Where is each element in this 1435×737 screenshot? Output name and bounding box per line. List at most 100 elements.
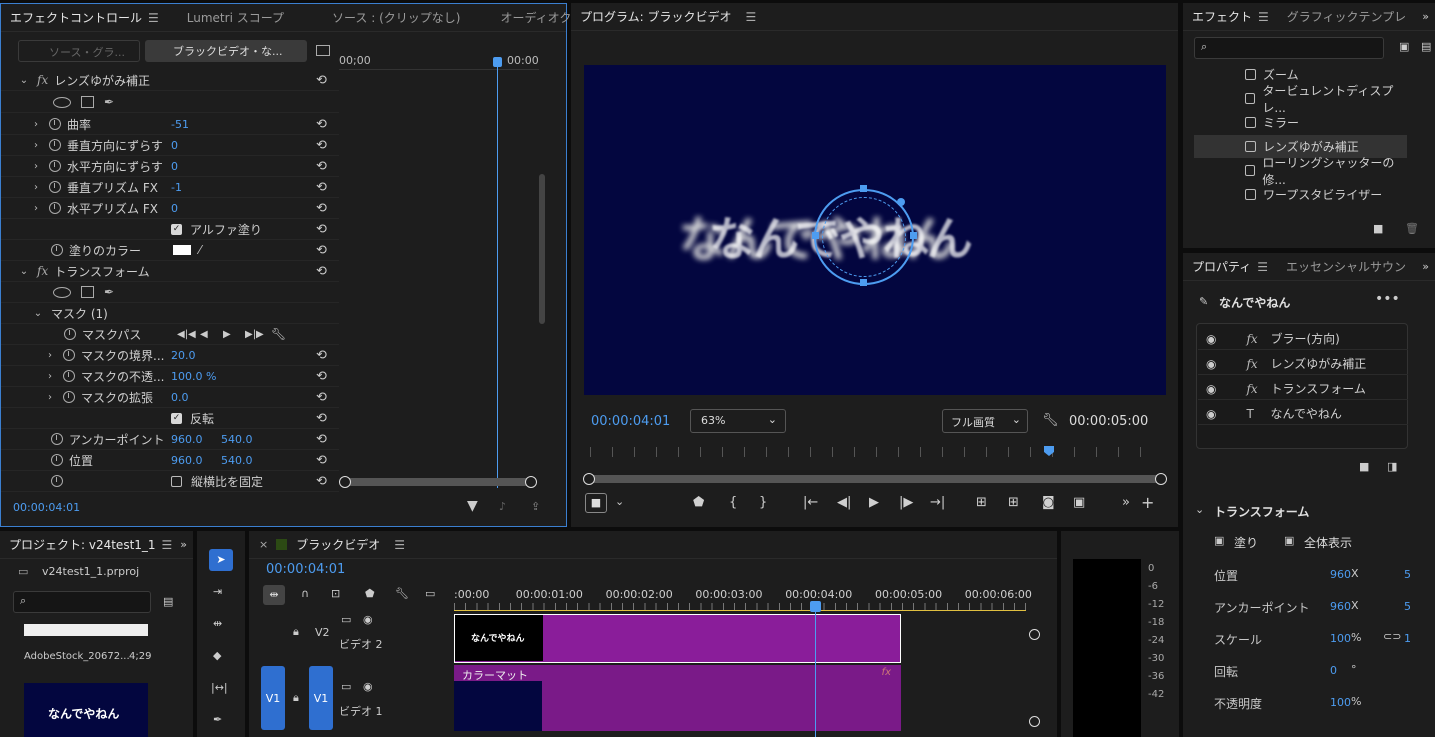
mask-header[interactable]: ⌄ マスク (1)	[1, 303, 339, 324]
more-options-icon[interactable]: •••	[1375, 291, 1400, 307]
tab-graphic-templates[interactable]: グラフィックテンプレ	[1278, 8, 1415, 25]
stopwatch-icon[interactable]	[51, 244, 63, 256]
prop-value[interactable]: 100	[1330, 632, 1351, 645]
ec-playhead-handle[interactable]	[493, 57, 502, 67]
lift-button[interactable]: ⊞	[976, 495, 987, 510]
reset-icon[interactable]: ⟲	[316, 474, 327, 489]
stopwatch-icon[interactable]	[51, 475, 63, 487]
layer-row[interactable]: ◉ fx ブラー(方向)	[1198, 328, 1408, 350]
ec-timecode[interactable]: 00:00:04:01	[13, 501, 80, 514]
param-value[interactable]: 0	[171, 202, 178, 215]
reset-icon[interactable]: ⟲	[316, 180, 327, 195]
chevron-down-icon[interactable]: ⌄	[31, 308, 45, 319]
project-search-input[interactable]: ⌕	[13, 591, 151, 613]
timeline-playhead[interactable]	[815, 605, 816, 737]
invert-checkbox[interactable]: ✓	[171, 412, 182, 424]
reset-icon[interactable]: ⟲	[316, 138, 327, 153]
effects-search-input[interactable]: ⌕	[1194, 37, 1384, 59]
mask-vertex[interactable]	[860, 279, 867, 286]
stopwatch-icon[interactable]	[49, 202, 61, 214]
more-tabs-icon[interactable]: »	[180, 538, 187, 551]
clip-select[interactable]: ブラックビデオ・な...	[145, 40, 307, 62]
reset-icon[interactable]: ⟲	[316, 348, 327, 363]
clip-text[interactable]: なんでやねん	[454, 614, 901, 663]
chevron-right-icon[interactable]: ›	[29, 182, 43, 193]
lock-icon[interactable]: 🔒︎	[293, 625, 299, 639]
reset-icon[interactable]: ⟲	[316, 264, 327, 279]
play-button[interactable]: ▶	[869, 495, 879, 510]
zoom-handle-left[interactable]	[583, 473, 595, 485]
close-icon[interactable]: ×	[259, 538, 268, 551]
menu-icon[interactable]: ☰	[148, 11, 159, 25]
go-to-out-button[interactable]: →|	[930, 495, 945, 510]
fit-button[interactable]: 全体表示	[1304, 534, 1352, 551]
reset-icon[interactable]: ⟲	[316, 411, 327, 426]
reset-icon[interactable]: ⟲	[316, 201, 327, 216]
track-select-tool[interactable]: ⇥	[213, 585, 222, 598]
layer-row[interactable]: ◉ fx トランスフォーム	[1198, 378, 1408, 400]
program-video[interactable]: なんでやねん なんでやねん	[584, 65, 1166, 395]
zoom-handle-left[interactable]	[339, 476, 351, 488]
source-select[interactable]: ソース・グラ...	[18, 40, 140, 62]
tab-effect-controls[interactable]: エフェクトコントロール ☰	[1, 9, 168, 26]
stopwatch-icon[interactable]	[63, 349, 75, 361]
tab-source[interactable]: ソース : (クリップなし)	[323, 9, 469, 26]
wrench-icon[interactable]: 🔧︎	[271, 327, 286, 341]
ripple-edit-tool[interactable]: ⇹	[213, 617, 222, 630]
zoom-select[interactable]: 63% ⌄	[690, 409, 786, 433]
ec-playhead[interactable]	[497, 58, 498, 488]
ec-scrollbar[interactable]	[539, 174, 545, 324]
eye-icon[interactable]: ◉	[1206, 407, 1216, 421]
prop-value-2[interactable]: 5	[1404, 600, 1411, 613]
mask-param-value[interactable]: 0.0	[171, 391, 189, 404]
fill-icon[interactable]: ▣	[1214, 534, 1224, 547]
wrench-icon[interactable]: 🔧︎	[395, 587, 409, 600]
target-v1-button[interactable]: V1	[309, 666, 333, 730]
prop-value-2[interactable]: 1	[1404, 632, 1411, 645]
reset-icon[interactable]: ⟲	[316, 369, 327, 384]
mask-param-value[interactable]: 100.0 %	[171, 370, 216, 383]
compare-button[interactable]: ▣	[1073, 495, 1085, 510]
lens-distortion-header[interactable]: ⌄ fx レンズゆがみ補正 ⟲	[1, 70, 339, 91]
new-item-icon[interactable]: ◨	[1387, 460, 1397, 473]
track-scroll-handle[interactable]	[1029, 716, 1040, 727]
fit-icon[interactable]: ▣	[1284, 534, 1294, 547]
quality-select[interactable]: フル画質 ⌄	[942, 409, 1028, 433]
wrench-icon[interactable]: 🔧︎	[1042, 413, 1059, 428]
reset-icon[interactable]: ⟲	[316, 432, 327, 447]
chevron-down-icon[interactable]: ⌄	[17, 75, 31, 86]
extract-button[interactable]: ⊞	[1008, 495, 1019, 510]
filter-icon[interactable]: ▼	[467, 498, 478, 514]
timeline-playhead-handle[interactable]	[810, 601, 821, 612]
magnet-icon[interactable]: ∩	[301, 587, 309, 600]
reset-icon[interactable]: ⟲	[316, 117, 327, 132]
chevron-right-icon[interactable]: ›	[29, 140, 43, 151]
more-tabs-icon[interactable]: »	[1422, 260, 1429, 273]
more-tabs-icon[interactable]: »	[1422, 10, 1429, 23]
mask-vertex[interactable]	[812, 232, 819, 239]
clip-name[interactable]: AdobeStock_20672...	[24, 651, 130, 662]
program-zoom-bar[interactable]	[583, 473, 1167, 485]
add-button[interactable]: +	[1141, 493, 1154, 512]
ec-zoom-bar[interactable]	[339, 476, 537, 488]
tab-lumetri-scopes[interactable]: Lumetri スコープ	[178, 9, 293, 26]
eye-icon[interactable]: ◉	[1206, 332, 1216, 346]
chevron-right-icon[interactable]: ›	[29, 119, 43, 130]
stopwatch-icon[interactable]	[49, 118, 61, 130]
lock-icon[interactable]: 🔒︎	[293, 691, 299, 705]
param-value[interactable]: 0	[171, 139, 178, 152]
clip-color-matte[interactable]: カラーマット fx	[454, 665, 901, 731]
rect-mask-icon[interactable]	[81, 96, 94, 108]
param-value[interactable]: 0	[171, 160, 178, 173]
track-scroll-handle[interactable]	[1029, 629, 1040, 640]
track-backward-icon[interactable]: ◀	[200, 329, 208, 340]
timeline-timecode[interactable]: 00:00:04:01	[266, 562, 345, 577]
sequence-thumbnail[interactable]: なんでやねん	[24, 683, 148, 737]
reset-icon[interactable]: ⟲	[316, 73, 327, 88]
uniform-checkbox[interactable]	[171, 475, 182, 487]
reset-icon[interactable]: ⟲	[316, 159, 327, 174]
eye-icon[interactable]: ◉	[363, 680, 373, 693]
chevron-right-icon[interactable]: ›	[29, 161, 43, 172]
pen-mask-icon[interactable]: ✒	[104, 95, 114, 109]
go-to-in-button[interactable]: |←	[803, 495, 818, 510]
